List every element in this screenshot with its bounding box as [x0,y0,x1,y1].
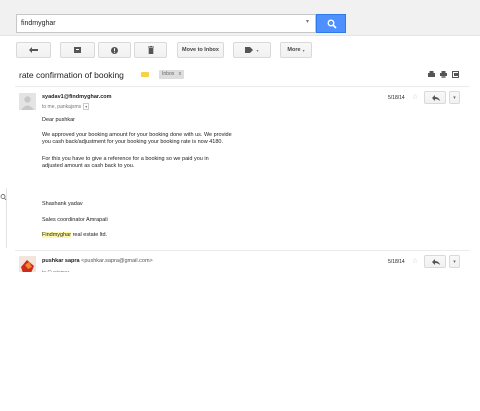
search-icon[interactable] [0,193,7,202]
reply-button[interactable] [424,255,446,268]
important-marker-icon[interactable] [141,72,149,77]
archive-button[interactable] [60,42,95,58]
print-icon[interactable] [440,71,447,78]
reply-icon [432,95,440,101]
reply-button[interactable] [424,91,446,104]
archive-icon [74,47,81,53]
sender-photo-icon [19,256,36,273]
recipients-text: to me, pankajsms [42,104,82,110]
highlighted-search-term: Findmyghar [42,232,72,238]
sender-email: <pushkar.sapra@gmail.com> [81,258,153,264]
message-more-dropdown[interactable]: ▾ [449,255,460,268]
trash-icon [147,46,154,54]
divider [15,250,470,251]
star-icon[interactable]: ☆ [412,93,418,101]
inbox-label-chip[interactable]: Inbox x [159,70,185,79]
top-bar: findmyghar ▾ [0,0,480,36]
more-button-label: More [287,47,301,53]
reply-icon [432,259,440,265]
label-icon [245,47,254,53]
search-input[interactable]: findmyghar [16,14,316,33]
more-button[interactable]: More ▾ [280,42,312,58]
avatar [19,256,36,273]
chevron-down-icon: ▾ [256,47,259,53]
report-spam-icon [111,46,118,54]
recipients-line: to me, pankajsms ▾ [42,103,90,110]
star-icon[interactable]: ☆ [412,257,418,265]
search-icon [327,19,337,29]
print-all-icon[interactable] [428,71,435,78]
signature-title: Sales coordinator Amrapali [42,217,108,223]
email-paragraph: For this you have to give a reference fo… [42,156,322,169]
email-line: adjusted amount as cash back to you. [42,162,135,169]
search-options-dropdown[interactable]: ▾ [306,18,309,25]
email-greeting: Dear pushkar [42,117,76,123]
sender-name: pushkar sapra [42,258,80,264]
message-date: 5/18/14 [388,95,405,101]
email-line: you cash back/adjustment for your bookin… [42,138,223,145]
sender-line[interactable]: pushkar sapra <pushkar.sapra@gmail.com> [42,258,153,264]
email-paragraph: We approved your booking amount for your… [42,132,322,145]
delete-button[interactable] [134,42,167,58]
new-window-icon[interactable] [452,71,459,78]
signature-name: Shashank yadav [42,201,83,207]
back-arrow-icon [29,47,38,53]
sender-name[interactable]: syadav1@findmyghar.com [42,94,112,100]
default-avatar-icon [19,93,36,110]
chevron-down-icon: ▾ [302,47,305,53]
divider [15,86,470,87]
message-date: 5/18/14 [388,259,405,265]
message-toolbar: Move to Inbox ▾ More ▾ [0,38,480,62]
remove-label-icon[interactable]: x [179,71,182,77]
blank-area [0,272,480,411]
thread-subject: rate confirmation of booking [19,70,124,80]
report-spam-button[interactable] [98,42,131,58]
search-button[interactable] [316,14,346,33]
signature-company-rest: real estate ltd. [71,232,108,238]
avatar [19,93,36,110]
back-button[interactable] [16,42,51,58]
message-more-dropdown[interactable]: ▾ [449,91,460,104]
inbox-label-text: Inbox [162,71,175,77]
signature-company: Findmyghar real estate ltd. [42,232,322,239]
move-to-inbox-button[interactable]: Move to Inbox [177,42,224,58]
show-details-dropdown[interactable]: ▾ [83,103,90,110]
thread-header-actions [428,71,459,78]
labels-button[interactable]: ▾ [233,42,271,58]
